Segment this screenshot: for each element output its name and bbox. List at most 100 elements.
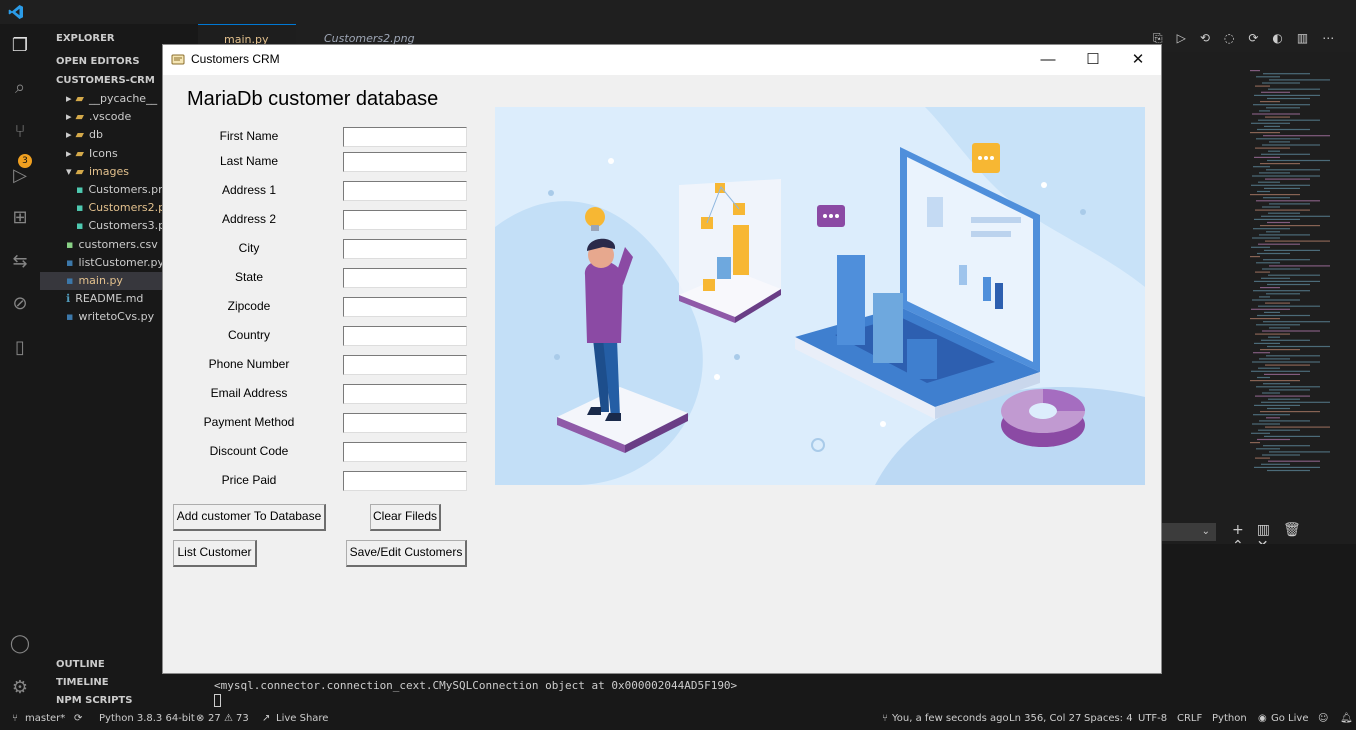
field-input-city[interactable]	[343, 239, 467, 259]
python-file-icon: ▪	[66, 274, 74, 287]
field-input-first-name[interactable]	[343, 127, 467, 147]
terminal-select[interactable]: ⌄	[1162, 523, 1216, 541]
extensions-icon[interactable]: ⊞	[8, 206, 32, 230]
field-input-country[interactable]	[343, 326, 467, 346]
python-file-icon: ▪	[66, 310, 74, 324]
settings-gear-icon[interactable]: ⚙	[8, 676, 32, 700]
minimap-line	[1266, 417, 1280, 419]
go-live[interactable]: Go Live	[1271, 713, 1308, 724]
outline-section[interactable]: OUTLINE	[56, 656, 105, 674]
field-label: Payment Method	[203, 415, 295, 429]
error-count[interactable]: 27	[208, 713, 221, 724]
minimap-line	[1256, 324, 1300, 326]
minimap-line	[1266, 293, 1300, 295]
minimap-line	[1263, 135, 1330, 137]
git-branch[interactable]: master*	[25, 713, 65, 724]
minimap-line	[1255, 333, 1290, 335]
notebook-icon[interactable]: ▯	[8, 336, 32, 360]
explorer-icon[interactable]: ❐	[8, 34, 32, 58]
terminal[interactable]: <mysql.connector.connection_cext.CMySQLC…	[162, 674, 1356, 710]
minimap-line	[1267, 345, 1330, 348]
file-tree-item[interactable]: ▸ ▰ __pycache__	[66, 90, 157, 108]
project-root[interactable]: CUSTOMERS-CRM	[56, 72, 155, 90]
minimap-line	[1255, 457, 1270, 459]
minimap-line	[1262, 330, 1320, 332]
cursor-position[interactable]: Ln 356, Col 27	[1009, 713, 1081, 724]
git-blame[interactable]: You, a few seconds ago	[892, 713, 1009, 724]
minimap-line	[1259, 110, 1270, 112]
chevron-right-icon: ▸	[66, 128, 72, 142]
open-editors-section[interactable]: OPEN EDITORS	[56, 53, 140, 71]
run-debug-icon[interactable]: ▷	[8, 164, 32, 188]
field-input-payment-method[interactable]	[343, 413, 467, 433]
minimap-line	[1257, 314, 1310, 317]
add-customer-button[interactable]: Add customer To Database	[173, 504, 326, 531]
notifications-icon[interactable]: 🔔︎	[1340, 713, 1353, 724]
file-tree-item[interactable]: ▪ listCustomer.py	[66, 254, 164, 272]
field-input-state[interactable]	[343, 268, 467, 288]
python-interpreter[interactable]: Python 3.8.3 64-bit	[99, 713, 195, 724]
minimap-line	[1256, 386, 1320, 388]
file-tree-label: README.md	[75, 292, 144, 306]
account-icon[interactable]: ◯	[8, 632, 32, 656]
minimap-line	[1266, 169, 1320, 171]
npm-scripts-section[interactable]: NPM SCRIPTS	[56, 692, 132, 710]
file-tree-label: __pycache__	[89, 92, 158, 105]
file-tree-label: Icons	[89, 146, 118, 160]
indentation[interactable]: Spaces: 4	[1084, 713, 1133, 724]
feedback-icon[interactable]: ☺	[1318, 713, 1328, 724]
live-share[interactable]: Live Share	[276, 713, 328, 724]
file-tree-item[interactable]: ▸ ▰ Icons	[66, 145, 118, 163]
field-label: Address 2	[221, 212, 277, 226]
field-input-phone-number[interactable]	[343, 355, 467, 375]
list-customer-button[interactable]: List Customer	[173, 540, 257, 567]
editor-actions[interactable]: ⎘▷⟲◌⟳◐▥⋯	[1153, 31, 1348, 46]
minimap-line	[1259, 358, 1290, 360]
minimap-line	[1258, 243, 1300, 245]
timeline-section[interactable]: TIMELINE	[56, 674, 109, 692]
field-input-address-2[interactable]	[343, 210, 467, 230]
file-tree-item[interactable]: ▪ customers.csv	[66, 236, 158, 254]
file-tree-item[interactable]: ▪ Customers.png	[76, 181, 172, 199]
warning-count[interactable]: 73	[236, 713, 249, 724]
minimap-line	[1260, 163, 1300, 165]
minimap-line	[1257, 128, 1310, 131]
file-tree-item[interactable]: ▸ ▰ .vscode	[66, 108, 131, 126]
field-input-address-1[interactable]	[343, 181, 467, 201]
minimap-line	[1263, 383, 1290, 385]
sync-icon[interactable]: ⟳	[74, 713, 82, 724]
file-tree-item[interactable]: ▪ writetoCvs.py	[66, 308, 154, 326]
clear-fields-button[interactable]: Clear Fileds	[370, 504, 441, 531]
minimap-line	[1261, 215, 1330, 217]
source-control-icon[interactable]: ⑂	[8, 120, 32, 144]
minimap-line	[1269, 203, 1310, 205]
remote-icon[interactable]: ⇆	[8, 250, 32, 274]
field-input-email-address[interactable]	[343, 384, 467, 404]
search-icon[interactable]: ⌕	[8, 76, 32, 100]
minimap-line	[1251, 370, 1310, 372]
minimize-button[interactable]: —	[1033, 51, 1063, 69]
file-tree-item[interactable]: ▾ ▰ images	[66, 163, 129, 181]
field-input-zipcode[interactable]	[343, 297, 467, 317]
field-input-price-paid[interactable]	[343, 471, 467, 491]
minimap[interactable]	[1238, 70, 1356, 480]
file-tree-item[interactable]: ℹ README.md	[66, 290, 143, 308]
field-input-last-name[interactable]	[343, 152, 467, 172]
file-tree-item[interactable]: ▸ ▰ db	[66, 126, 103, 144]
language-mode[interactable]: Python	[1212, 713, 1247, 724]
close-button[interactable]: ✕	[1123, 51, 1153, 69]
chevron-right-icon: ▸	[66, 92, 72, 105]
minimap-line	[1265, 302, 1290, 304]
field-label: Country	[227, 328, 271, 342]
minimap-line	[1267, 283, 1310, 286]
minimap-line	[1251, 184, 1310, 186]
minimap-line	[1255, 147, 1290, 149]
maximize-button[interactable]: ☐	[1078, 51, 1108, 69]
minimap-line	[1254, 94, 1320, 96]
encoding[interactable]: UTF-8	[1138, 713, 1167, 724]
git-graph-icon[interactable]: ⊘	[8, 292, 32, 316]
save-edit-customers-button[interactable]: Save/Edit Customers	[346, 540, 467, 567]
end-of-line[interactable]: CRLF	[1177, 713, 1202, 724]
minimap-line	[1269, 451, 1330, 453]
field-input-discount-code[interactable]	[343, 442, 467, 462]
